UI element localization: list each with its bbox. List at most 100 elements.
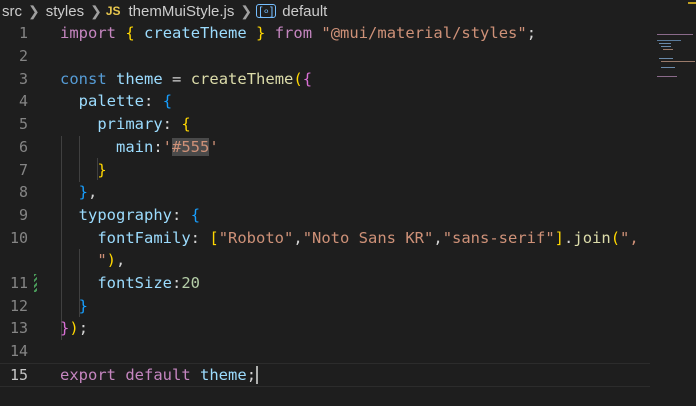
code-line[interactable]: 5 primary: { (0, 113, 650, 136)
code-token: "@mui/material/styles" (321, 24, 527, 43)
code-token: ; (246, 365, 257, 384)
code-token: ' (162, 137, 173, 156)
code-line[interactable]: 14 (0, 340, 650, 363)
minimap[interactable] (655, 32, 695, 92)
code-token: [ (209, 228, 219, 247)
code-token: createTheme (190, 69, 294, 88)
breadcrumb-file[interactable]: themMuiStyle.js (127, 3, 237, 20)
line-number: 15 (9, 365, 28, 384)
code-line[interactable]: 3 const theme = createTheme({ (0, 67, 650, 90)
code-text: palette: { (60, 92, 172, 110)
code-line[interactable]: 8 }, (0, 181, 650, 204)
code-token: import (60, 24, 116, 43)
code-line[interactable]: 9 typography: { (0, 204, 650, 227)
code-token: fontFamily (97, 228, 191, 247)
code-token: typography (78, 205, 172, 224)
code-line[interactable]: "), (0, 249, 650, 272)
code-token: theme (200, 365, 247, 384)
code-token: { (302, 69, 313, 88)
breadcrumb-folder-styles[interactable]: styles (44, 3, 86, 20)
code-line[interactable]: 11 fontSize:20 (0, 272, 650, 295)
code-token: { (162, 92, 173, 111)
javascript-file-icon: JS (105, 4, 121, 18)
code-token: 20 (181, 274, 200, 293)
chevron-right-icon: ❯ (28, 2, 40, 19)
modified-line-indicator[interactable] (34, 274, 37, 293)
code-token: { (190, 205, 201, 224)
code-text: fontFamily: ["Roboto","Noto Sans KR","sa… (60, 228, 639, 247)
code-line[interactable]: 6 main:'#555' (0, 136, 650, 159)
code-line[interactable]: 15 export default theme; (0, 362, 650, 388)
code-token: : (172, 205, 182, 224)
code-token: "sans-serif" (442, 228, 555, 247)
line-number: 14 (9, 342, 28, 361)
code-token: { (125, 24, 135, 43)
code-editor[interactable]: 1 import { createTheme } from "@mui/mater… (0, 22, 696, 406)
code-token: } (78, 296, 89, 315)
code-text: main:'#555' (60, 137, 219, 156)
chevron-right-icon: ❯ (90, 2, 102, 19)
code-line[interactable]: 2 (0, 45, 650, 68)
code-line[interactable]: 10 fontFamily: ["Roboto","Noto Sans KR",… (0, 226, 650, 249)
code-token: "Noto Sans KR" (302, 228, 434, 247)
code-text: primary: { (60, 115, 191, 134)
code-line[interactable]: 7 } (0, 158, 650, 181)
line-number: 7 (18, 160, 28, 179)
code-token: ' (209, 137, 219, 156)
code-token: main (116, 137, 154, 156)
code-text: } (60, 160, 107, 179)
code-text: import { createTheme } from "@mui/materi… (60, 24, 536, 42)
code-token: ] (554, 228, 565, 247)
code-token: createTheme (144, 24, 247, 43)
code-token: , (88, 183, 98, 202)
code-token: : (144, 92, 154, 111)
code-token: ( (610, 228, 621, 247)
code-text: } (60, 297, 88, 315)
breadcrumb-folder-src[interactable]: src (0, 3, 24, 20)
code-token: } (97, 160, 107, 179)
code-token: export (60, 365, 116, 384)
code-token: palette (78, 92, 144, 111)
code-token: theme (116, 69, 163, 88)
code-token: const (60, 69, 107, 88)
code-line[interactable]: 12 } (0, 294, 650, 317)
code-text: fontSize:20 (60, 274, 200, 292)
code-token: default (125, 365, 191, 384)
code-text: }); (60, 319, 88, 337)
line-number: 8 (18, 183, 28, 202)
line-number: 9 (18, 205, 28, 224)
code-line[interactable]: 13}); (0, 317, 650, 340)
code-token: ( (293, 69, 303, 88)
scrollbar-marker[interactable] (688, 2, 696, 4)
code-token: "Roboto" (218, 228, 294, 247)
code-text: export default theme; (60, 365, 259, 385)
code-token: } (256, 24, 266, 43)
text-cursor (256, 366, 259, 385)
symbol-variable-icon: [∘] (256, 4, 277, 18)
code-line[interactable]: 4 palette: { (0, 90, 650, 113)
code-token: { (181, 115, 191, 134)
code-text: typography: { (60, 206, 200, 224)
breadcrumb-symbol[interactable]: default (280, 3, 329, 20)
code-token: join (573, 228, 611, 247)
code-token: ) (69, 319, 79, 338)
code-token: ", (620, 228, 639, 247)
code-line[interactable]: 1 import { createTheme } from "@mui/mater… (0, 22, 650, 45)
line-number: 2 (18, 47, 28, 66)
